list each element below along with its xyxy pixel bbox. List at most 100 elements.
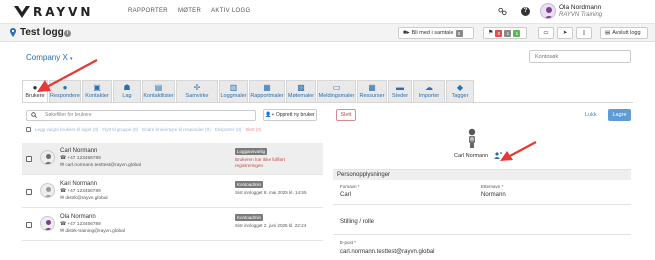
user-status: Sist innlogget 8. mai 2025 kl. 14:55 bbox=[235, 190, 307, 195]
delete-user-button[interactable]: Slett bbox=[336, 109, 356, 121]
company-selector[interactable]: Company X ▾ bbox=[26, 53, 73, 62]
tab-label: Kontakter bbox=[85, 93, 109, 99]
user-status: Sist innlogget 2. juni 2025 kl. 22:24 bbox=[235, 223, 307, 228]
tab-label: Respondere bbox=[50, 93, 80, 99]
log-template-icon: ▥ bbox=[229, 83, 238, 92]
document-icon: ▯ bbox=[582, 30, 586, 36]
nav-link-aktiv-logg[interactable]: AKTIV LOGG bbox=[211, 8, 250, 14]
role-badge: Kontoadmin bbox=[235, 181, 264, 188]
tab-brukere[interactable]: ● Brukere bbox=[22, 80, 48, 102]
send-icon: ➤ bbox=[562, 30, 568, 36]
row-checkbox[interactable] bbox=[26, 156, 32, 162]
select-all-checkbox[interactable] bbox=[26, 127, 31, 132]
email-label: E-post * bbox=[340, 240, 357, 245]
export-action[interactable]: Eksporter (0) bbox=[215, 127, 242, 132]
create-user-label: Opprett ny bruker bbox=[275, 112, 315, 118]
edit-user-icon[interactable] bbox=[494, 152, 502, 159]
tab-ressurser[interactable]: ▦ Ressurser bbox=[357, 80, 387, 102]
main-nav-links: RAPPORTER MØTER AKTIV LOGG bbox=[128, 8, 250, 14]
tab-label: Importer bbox=[418, 93, 440, 99]
tab-steder[interactable]: ▬ Steder bbox=[388, 80, 412, 102]
logo-text: RAYVN bbox=[33, 5, 94, 19]
last-name-field[interactable]: Normann bbox=[481, 192, 506, 198]
location-pin-icon bbox=[10, 28, 16, 37]
message-template-icon: ▭ bbox=[332, 83, 341, 92]
row-checkbox[interactable] bbox=[26, 222, 32, 228]
tab-kontaktlister[interactable]: ▤ Kontaktlister bbox=[142, 80, 175, 102]
video-camera-icon: ■▸ bbox=[403, 30, 410, 36]
inbox-button[interactable]: ▭ bbox=[538, 27, 554, 39]
tab-loggmaler[interactable]: ▥ Loggmaler bbox=[219, 80, 248, 102]
flag-icon: ⚑ bbox=[488, 30, 494, 36]
settings-toggle-icon[interactable] bbox=[498, 7, 507, 16]
create-user-button[interactable]: 👤+ Opprett ny bruker bbox=[263, 109, 317, 121]
user-avatar[interactable] bbox=[540, 3, 556, 19]
top-icon-group: ? bbox=[498, 7, 530, 16]
send-button[interactable]: ➤ bbox=[557, 27, 573, 39]
tab-label: Meldingsmaler bbox=[318, 93, 355, 99]
end-log-label: Avslutt logg bbox=[612, 30, 641, 36]
end-log-icon: ▤ bbox=[605, 30, 611, 36]
add-to-team-action[interactable]: Legg valgte brukere til laget (0) bbox=[35, 127, 98, 132]
user-email: ✉ distrk-training@rayvn.global bbox=[60, 229, 125, 234]
tab-respondere[interactable]: ● Respondere bbox=[49, 80, 81, 102]
close-link[interactable]: Lukk bbox=[585, 112, 597, 118]
user-name: Kari Normann bbox=[60, 181, 98, 187]
first-name-field[interactable]: Carl bbox=[340, 192, 351, 198]
tab-samvirke[interactable]: ✢ Samvirke bbox=[176, 80, 218, 102]
tab-label: Tagger bbox=[451, 93, 469, 99]
rayvn-logo[interactable]: RAYVN bbox=[14, 5, 93, 19]
chevron-down-icon: ▾ bbox=[70, 56, 73, 62]
nav-link-moter[interactable]: MØTER bbox=[178, 8, 201, 14]
tab-kontakter[interactable]: ▣ Kontakter bbox=[82, 80, 112, 102]
company-name: Company X bbox=[26, 53, 68, 62]
user-email: ✉ carl.normann.testtest@rayvn.global bbox=[60, 163, 141, 168]
account-search-input[interactable] bbox=[529, 50, 631, 63]
tab-rapportmaler[interactable]: ▦ Rapportmaler bbox=[249, 80, 285, 102]
tab-motemaler[interactable]: ▩ Møtemaler bbox=[286, 80, 316, 102]
divider bbox=[333, 204, 631, 205]
counter-green: 1 bbox=[513, 29, 521, 37]
position-field[interactable]: Stilling / rolle bbox=[340, 219, 374, 225]
tab-meldingsmaler[interactable]: ▭ Meldingsmaler bbox=[317, 80, 356, 102]
tab-label: Ressurser bbox=[359, 93, 385, 99]
responder-icon: ● bbox=[62, 83, 68, 92]
save-button[interactable]: Lagre bbox=[608, 109, 631, 121]
inbox-icon: ▭ bbox=[543, 30, 549, 36]
tab-tagger[interactable]: ◆ Tagger bbox=[446, 80, 474, 102]
user-search-placeholder: Søkefilter for brukere bbox=[45, 112, 92, 118]
nav-link-rapporter[interactable]: RAPPORTER bbox=[128, 8, 168, 14]
counter-gray: 1 bbox=[504, 29, 512, 37]
user-icon: ● bbox=[32, 83, 38, 92]
help-icon[interactable]: ? bbox=[521, 7, 530, 16]
resources-icon: ▦ bbox=[368, 83, 376, 92]
page-title: Test logg bbox=[20, 27, 64, 38]
end-log-button[interactable]: ▤ Avslutt logg bbox=[600, 27, 648, 39]
user-phone: ☎ +47 123456789 bbox=[60, 222, 101, 227]
user-name[interactable]: Ola Nordmann bbox=[559, 4, 601, 11]
delete-action[interactable]: Slett (0) bbox=[245, 127, 261, 132]
table-row[interactable]: Kari Normann ☎ +47 123456789 ✉ distrk@ra… bbox=[22, 176, 323, 208]
report-template-icon: ▦ bbox=[263, 83, 271, 92]
move-to-group-action[interactable]: Flytt til gruppe (0) bbox=[102, 127, 138, 132]
tab-label: Kontaktlister bbox=[143, 93, 174, 99]
tab-label: Rapportmaler bbox=[250, 93, 284, 99]
profile-avatar-icon bbox=[468, 128, 476, 148]
search-icon bbox=[31, 112, 37, 120]
table-row[interactable]: Ola Normann ☎ +47 123456789 ✉ distrk-tra… bbox=[22, 209, 323, 241]
join-call-button[interactable]: ■▸ Bli med i samtale 0 bbox=[398, 27, 474, 39]
tab-label: Samvirke bbox=[185, 93, 209, 99]
row-checkbox[interactable] bbox=[26, 189, 32, 195]
tab-importer[interactable]: ☁ Importer bbox=[413, 80, 445, 102]
table-row[interactable]: Carl Normann ☎ +47 123456789 ✉ carl.norm… bbox=[22, 143, 323, 175]
tab-label: Møtemaler bbox=[287, 93, 315, 99]
user-organization: RAYVN Training bbox=[559, 12, 603, 18]
change-to-responder-action[interactable]: Endre brukertype til responder (0) bbox=[142, 127, 211, 132]
counter-red: 0 bbox=[495, 29, 503, 37]
counter-group[interactable]: ⚑ 0 1 1 bbox=[483, 27, 527, 39]
info-icon[interactable]: i bbox=[64, 30, 71, 37]
tab-lag[interactable]: ☗ Lag bbox=[113, 80, 141, 102]
email-field[interactable]: carl.normann.testtest@rayvn.global bbox=[340, 249, 434, 255]
document-button[interactable]: ▯ bbox=[576, 27, 592, 39]
avatar bbox=[40, 216, 55, 231]
